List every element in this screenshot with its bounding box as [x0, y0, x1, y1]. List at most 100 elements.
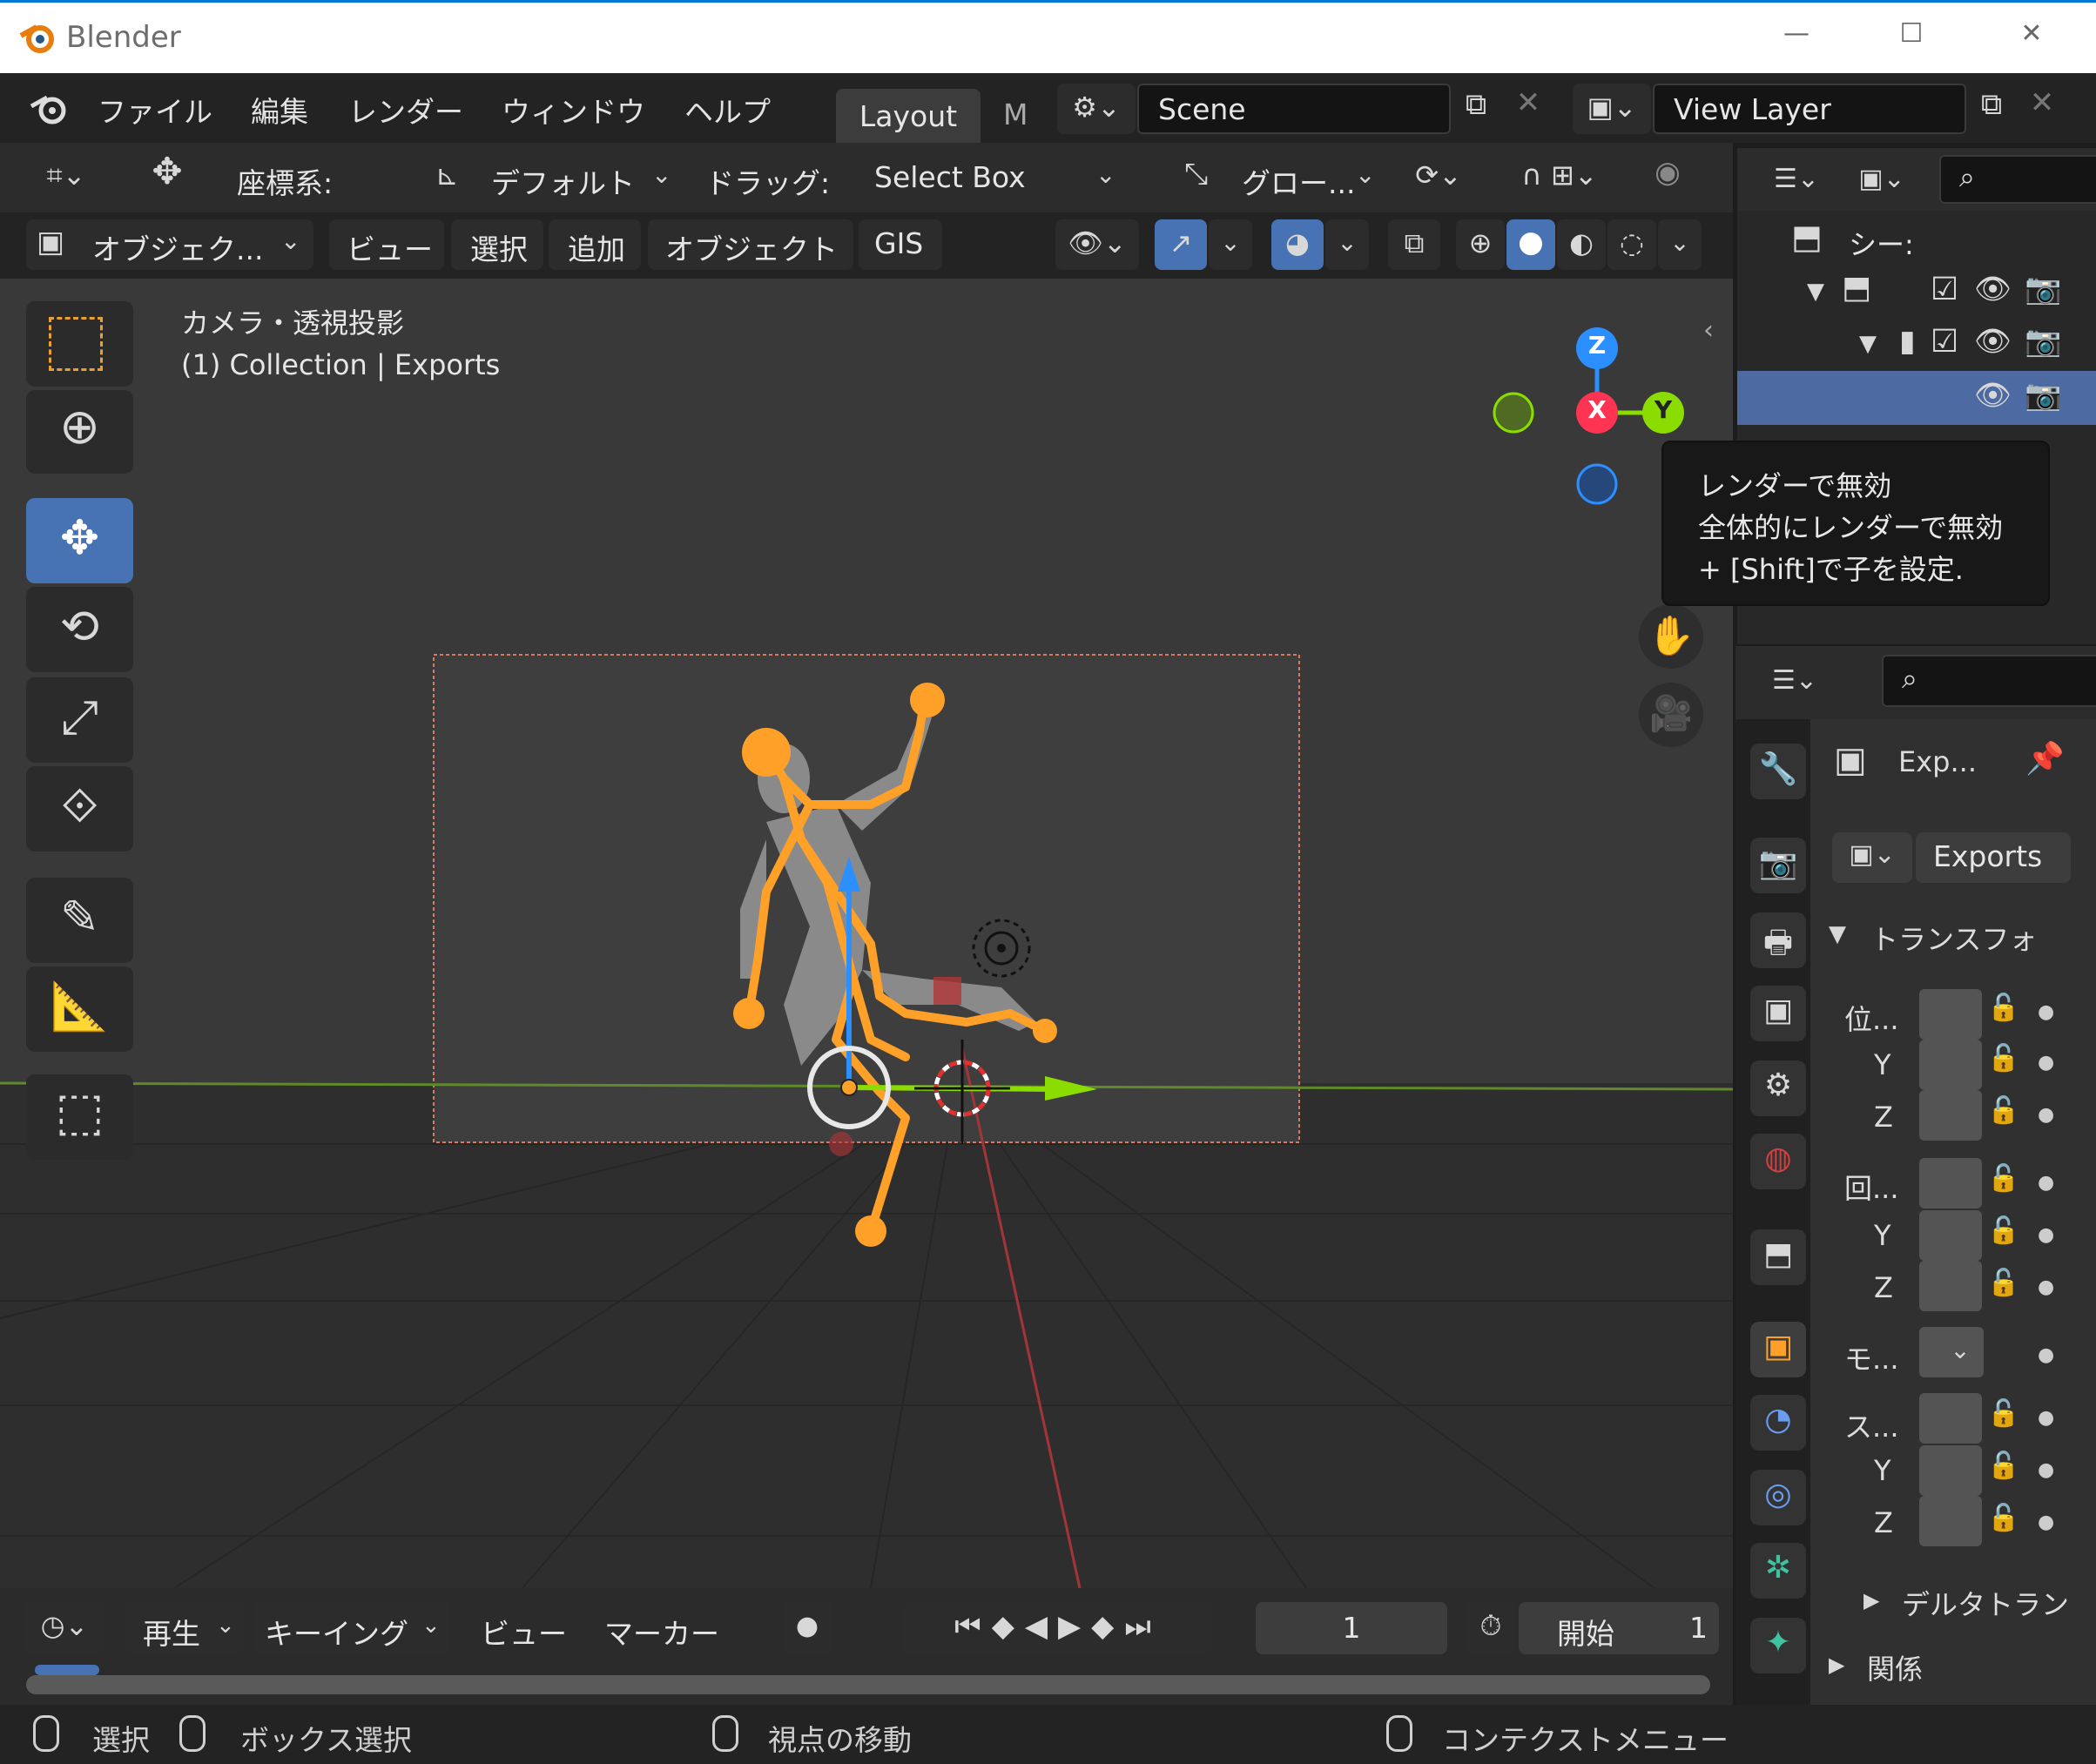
scene-properties-tab-icon[interactable]: ⚙ [1750, 1060, 1806, 1116]
keyframe-dot-icon[interactable]: ● [2038, 1276, 2054, 1298]
select-box-tool[interactable] [26, 301, 133, 387]
keyframe-dot-icon[interactable]: ● [2038, 1344, 2054, 1366]
filter-dropdown[interactable]: ▣⌄ [1842, 157, 1922, 204]
expand-arrow-icon[interactable]: ▼ [1859, 331, 1877, 357]
render-camera-icon[interactable]: 📷 [2025, 272, 2061, 306]
shading-solid-button[interactable]: ● [1506, 219, 1555, 270]
move-tool[interactable]: ✥ [26, 498, 133, 583]
scale-y-field[interactable] [1919, 1445, 1982, 1496]
lock-icon[interactable]: 🔓 [1987, 1095, 2019, 1126]
keyframe-dot-icon[interactable]: ● [2038, 1224, 2054, 1246]
eye-icon[interactable]: 👁 [1974, 324, 2012, 359]
close-window-button[interactable]: ✕ [2001, 18, 2062, 49]
keyframe-dot-icon[interactable]: ● [2038, 1001, 2054, 1023]
coord-system-dropdown[interactable]: ⊾ デフォルト ⌄ [423, 151, 684, 204]
current-frame-field[interactable]: 1 [1256, 1602, 1447, 1654]
lock-icon[interactable]: 🔓 [1987, 1398, 2019, 1429]
maximize-button[interactable]: ☐ [1881, 18, 1942, 49]
mode-dropdown[interactable]: ▣ オブジェク... ⌄ [26, 219, 313, 270]
shading-wireframe-button[interactable]: ⊕ [1456, 219, 1505, 270]
keyframe-dot-icon[interactable]: ● [2038, 1407, 2054, 1429]
snapping-button[interactable]: ∩ ⊞⌄ [1498, 151, 1621, 204]
view-layer-selector-button[interactable]: ▣⌄ [1573, 84, 1651, 134]
transform-panel-title[interactable]: トランスフォ [1870, 918, 2083, 958]
delta-transform-panel-title[interactable]: デルタトラン [1902, 1583, 2085, 1623]
bone-properties-tab-icon[interactable]: ✦ [1750, 1618, 1806, 1673]
pivot-dropdown[interactable]: ⤡ グロー... ⌄ [1176, 151, 1381, 204]
annotate-tool[interactable]: ✎ [26, 878, 133, 963]
rotation-y-field[interactable] [1919, 1210, 1982, 1261]
output-properties-tab-icon[interactable]: 🖶 [1750, 912, 1806, 968]
new-view-layer-icon[interactable]: ⧉ [1970, 87, 2013, 122]
outliner-selected-row[interactable]: 👁 📷 [1737, 371, 2096, 425]
3d-viewport[interactable]: ⌗⌄ ✥ 座標系: ⊾ デフォルト ⌄ ドラッグ: Select Box ⌄ ⤡… [0, 143, 1733, 1588]
lock-icon[interactable]: 🔓 [1987, 993, 2019, 1023]
render-camera-icon[interactable]: 📷 [2025, 378, 2061, 413]
collection-properties-tab-icon[interactable]: ⬒ [1750, 1229, 1806, 1285]
lock-icon[interactable]: 🔓 [1987, 1503, 2019, 1533]
relations-panel-title[interactable]: 関係 [1867, 1647, 1923, 1687]
pin-icon[interactable]: 📌 [2025, 740, 2065, 777]
keyframe-dot-icon[interactable]: ● [2038, 1172, 2054, 1194]
view-layer-field[interactable]: View Layer [1653, 84, 1966, 134]
sidebar-toggle-icon[interactable]: ‹ [1703, 315, 1714, 346]
eye-icon[interactable]: 👁 [1974, 272, 2012, 306]
keyframe-dot-icon[interactable]: ● [2038, 1512, 2054, 1533]
scene-name-field[interactable]: Scene [1137, 84, 1451, 134]
pivot-point-button[interactable]: ⟳⌄ [1398, 151, 1479, 204]
lock-icon[interactable]: 🔓 [1987, 1451, 2019, 1481]
gizmo-dropdown[interactable]: ⌄ [1209, 219, 1252, 270]
xray-toggle-button[interactable]: ⧉ [1388, 219, 1440, 270]
scene-selector-button[interactable]: ⚙⌄ [1057, 84, 1136, 134]
camera-view-button[interactable]: 🎥 [1639, 683, 1703, 747]
proportional-edit-icon[interactable]: ◉ [1646, 155, 1689, 190]
properties-search-field[interactable]: ⌕ [1882, 655, 2096, 707]
shading-rendered-button[interactable]: ◌ [1607, 219, 1656, 270]
constraints-properties-tab-icon[interactable]: ✲ [1750, 1543, 1806, 1599]
tab-layout[interactable]: Layout [836, 89, 981, 143]
rotation-x-field[interactable] [1919, 1158, 1982, 1209]
minimize-button[interactable]: — [1766, 18, 1827, 49]
overlay-dropdown[interactable]: ⌄ [1325, 219, 1369, 270]
checkbox-icon[interactable]: ☑ [1931, 272, 1958, 307]
keyframe-dot-icon[interactable]: ● [2038, 1104, 2054, 1126]
expand-arrow-icon[interactable]: ▼ [1807, 279, 1824, 305]
collapsed-arrow-icon[interactable]: ▶ [1863, 1588, 1879, 1613]
start-frame-field[interactable]: 開始 1 [1519, 1602, 1719, 1654]
object-name-field[interactable]: Exports [1916, 832, 2071, 883]
playhead-marker[interactable] [35, 1665, 99, 1675]
menu-add[interactable]: 追加 [549, 219, 641, 270]
menu-help[interactable]: ヘルプ [684, 89, 771, 131]
add-cube-tool[interactable]: ⬚ [26, 1074, 133, 1160]
rotate-tool[interactable]: ⟲ [26, 587, 133, 672]
timeline-view-menu[interactable]: ビュー [481, 1611, 567, 1653]
render-camera-icon[interactable]: 📷 [2025, 324, 2061, 359]
eye-icon[interactable]: 👁 [1974, 378, 2012, 413]
preview-range-button[interactable]: ⏱ [1466, 1602, 1515, 1654]
rotation-z-field[interactable] [1919, 1261, 1982, 1311]
shading-dropdown[interactable]: ⌄ [1658, 219, 1702, 270]
menu-file[interactable]: ファイル [98, 89, 212, 131]
pan-view-button[interactable]: ✋ [1639, 604, 1703, 669]
collapsed-arrow-icon[interactable]: ▶ [1829, 1653, 1844, 1677]
menu-gis[interactable]: GIS [859, 219, 942, 270]
playback-controls[interactable]: ⏮◆◀▶◆⏭ [904, 1602, 1212, 1654]
keying-menu[interactable]: キーイング ⌄ [253, 1602, 449, 1654]
menu-window[interactable]: ウィンドウ [502, 89, 645, 131]
new-scene-icon[interactable]: ⧉ [1454, 87, 1498, 122]
location-x-field[interactable] [1919, 989, 1982, 1040]
menu-object[interactable]: オブジェクト [648, 219, 853, 270]
measure-tool[interactable]: 📐 [26, 966, 133, 1052]
menu-select[interactable]: 選択 [451, 219, 543, 270]
lock-icon[interactable]: 🔓 [1987, 1268, 2019, 1298]
location-z-field[interactable] [1919, 1090, 1982, 1141]
object-type-dropdown[interactable]: ▣⌄ [1832, 832, 1912, 883]
location-y-field[interactable] [1919, 1040, 1982, 1090]
gizmo-toggle-button[interactable]: ↗ [1155, 219, 1207, 270]
display-mode-dropdown[interactable]: ☰⌄ [1756, 157, 1837, 204]
drag-select-dropdown[interactable]: Select Box ⌄ [853, 151, 1129, 204]
cursor-tool[interactable]: ⊕ [26, 390, 133, 474]
delete-scene-icon[interactable]: ✕ [1506, 85, 1550, 120]
timeline-scrollbar[interactable] [26, 1675, 1710, 1694]
scale-z-field[interactable] [1919, 1496, 1982, 1546]
